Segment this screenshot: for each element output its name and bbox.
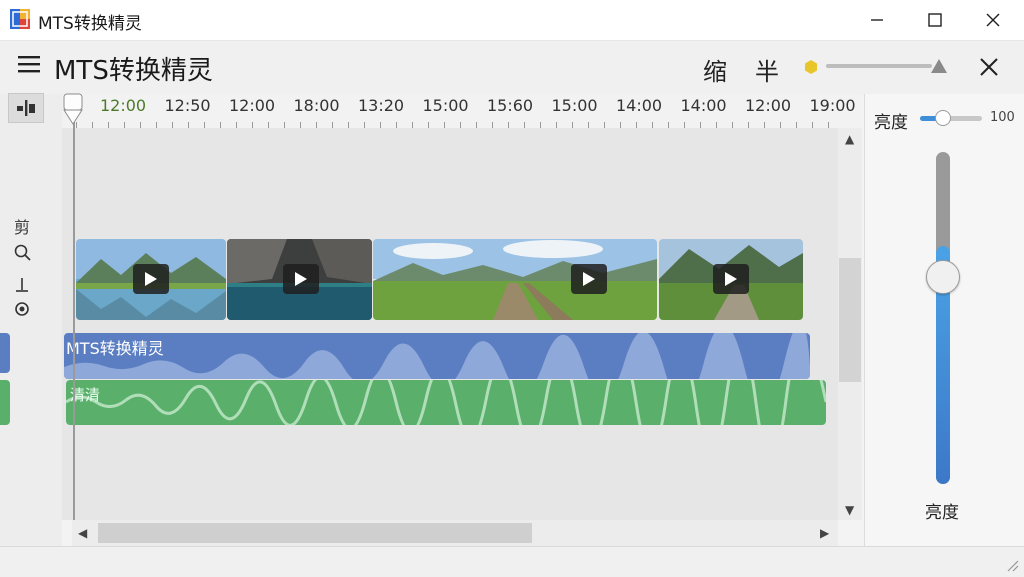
brightness-slider-thumb[interactable] xyxy=(935,110,951,126)
maximize-button[interactable] xyxy=(906,0,964,40)
tool-sidebar xyxy=(0,94,62,546)
track-area[interactable] xyxy=(62,128,838,520)
ruler-tick-label: 19:00 xyxy=(809,96,856,115)
status-bar xyxy=(0,546,1024,577)
app-title: MTS转换精灵 xyxy=(54,56,213,86)
ruler-tick-label: 12:00 xyxy=(229,96,276,115)
panel-close-button[interactable] xyxy=(977,55,1001,79)
brightness-value: 100 xyxy=(990,110,1015,125)
split-icon[interactable] xyxy=(14,276,30,298)
audio-track-clip[interactable]: 清清 xyxy=(66,380,826,425)
close-icon xyxy=(980,58,998,76)
play-button[interactable] xyxy=(133,264,169,294)
window-close-button[interactable] xyxy=(964,0,1022,40)
play-button[interactable] xyxy=(283,264,319,294)
ruler-tick-label: 14:00 xyxy=(616,96,663,115)
scroll-left-icon[interactable]: ◀ xyxy=(78,526,87,540)
minimize-button[interactable] xyxy=(848,0,906,40)
track-stub-title xyxy=(0,333,10,373)
title-track-clip[interactable]: MTS转换精灵 xyxy=(64,333,810,379)
play-icon xyxy=(145,272,157,286)
brightness-label: 亮度 xyxy=(874,113,908,133)
ruler-tick-label: 12:00 xyxy=(745,96,792,115)
snap-button[interactable] xyxy=(8,93,44,123)
scroll-right-icon[interactable]: ▶ xyxy=(820,526,829,540)
resize-grip-icon[interactable] xyxy=(1005,557,1019,572)
title-waveform xyxy=(64,333,810,379)
close-icon xyxy=(986,13,1000,27)
horizontal-scroll-thumb[interactable] xyxy=(98,523,532,543)
hamburger-menu-icon[interactable] xyxy=(18,54,42,74)
track-stub-audio xyxy=(0,380,10,425)
minimize-icon xyxy=(871,19,883,21)
play-icon xyxy=(295,272,307,286)
title-track-label: MTS转换精灵 xyxy=(66,339,164,358)
record-icon[interactable] xyxy=(14,301,30,321)
zoom-min-icon[interactable] xyxy=(803,59,819,75)
brightness-label-bottom: 亮度 xyxy=(925,503,959,523)
zoom-slider[interactable] xyxy=(826,64,932,68)
vertical-scroll-thumb[interactable] xyxy=(839,258,861,382)
header-button-shrink[interactable]: 缩 xyxy=(703,52,727,87)
ruler-tick-label: 14:00 xyxy=(680,96,727,115)
vertical-brightness-thumb[interactable] xyxy=(926,260,960,294)
scroll-down-icon[interactable]: ▼ xyxy=(845,503,854,517)
video-clip-grass-valley[interactable] xyxy=(373,239,657,320)
ruler-tick-label: 12:00 xyxy=(100,96,147,115)
window-title: MTS转换精灵 xyxy=(38,14,142,34)
playhead-line xyxy=(73,100,75,546)
header-button-half[interactable]: 半 xyxy=(755,52,779,87)
cut-tool[interactable]: 剪 xyxy=(14,214,30,238)
play-button[interactable] xyxy=(571,264,607,294)
playhead-handle[interactable] xyxy=(62,92,84,126)
ruler-tick-label: 18:00 xyxy=(293,96,340,115)
play-icon xyxy=(725,272,737,286)
app-logo-icon xyxy=(10,9,30,29)
clip-thumbnail xyxy=(373,239,657,320)
ruler-tick-label: 12:50 xyxy=(164,96,211,115)
audio-waveform xyxy=(66,380,826,425)
video-clip-lake-mountains[interactable] xyxy=(76,239,226,320)
play-icon xyxy=(583,272,595,286)
video-clip-rocky-water[interactable] xyxy=(227,239,372,320)
video-clip-mountain-path[interactable] xyxy=(659,239,803,320)
ruler-tick-label: 15:00 xyxy=(551,96,598,115)
ruler-tick-label: 13:20 xyxy=(358,96,405,115)
snap-icon xyxy=(17,100,35,116)
play-button[interactable] xyxy=(713,264,749,294)
search-icon[interactable] xyxy=(14,244,32,266)
ruler-tick-label: 15:60 xyxy=(487,96,534,115)
scroll-up-icon[interactable]: ▲ xyxy=(845,132,854,146)
zoom-max-icon[interactable] xyxy=(930,58,948,74)
ruler-tick-label: 15:00 xyxy=(422,96,469,115)
maximize-icon xyxy=(928,13,942,27)
timeline-ruler[interactable]: 12:00 12:50 12:00 18:00 13:20 15:00 15:60 15:00… xyxy=(62,94,862,129)
